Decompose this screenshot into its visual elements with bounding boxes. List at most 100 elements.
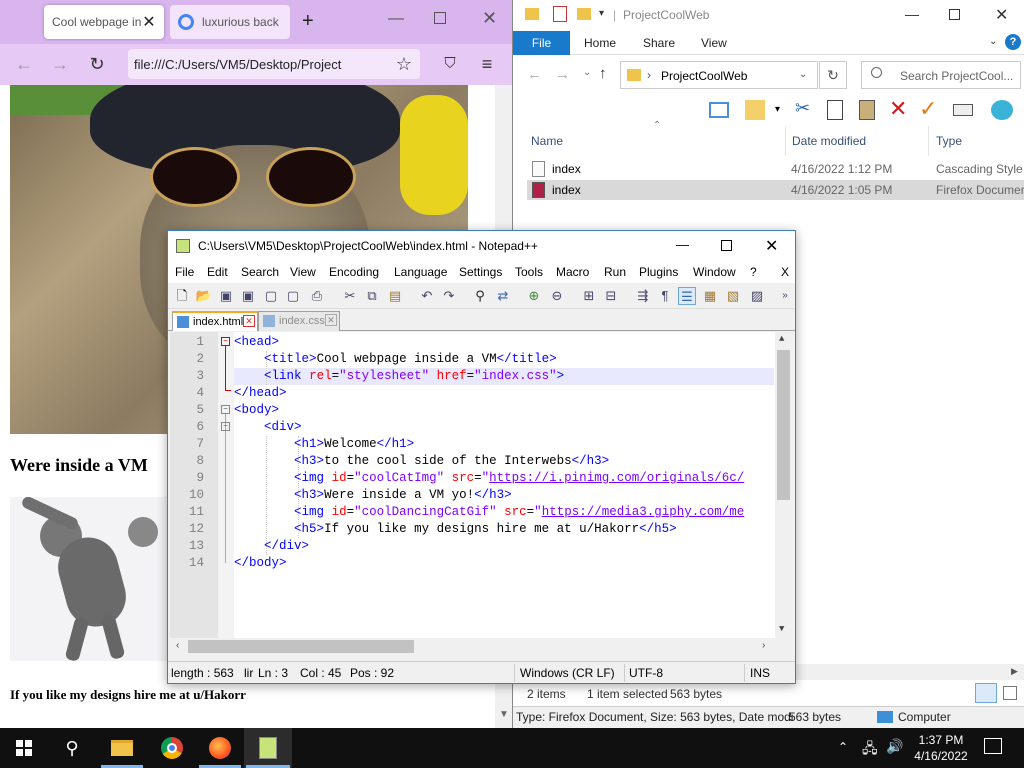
new-file-icon[interactable]: 🗋: [173, 287, 191, 305]
copy-icon[interactable]: ⧉: [363, 287, 381, 305]
word-wrap-icon[interactable]: ⇶: [634, 287, 652, 305]
file-explorer-taskbar-icon[interactable]: [98, 728, 146, 768]
column-date-modified[interactable]: Date modified: [792, 134, 866, 148]
new-tab-icon[interactable]: +: [302, 10, 314, 33]
menu-file[interactable]: File: [175, 265, 194, 279]
status-eol[interactable]: Windows (CR LF): [520, 666, 615, 680]
quick-access-dropdown-icon[interactable]: ▾: [599, 8, 604, 19]
ribbon-file-tab[interactable]: File: [513, 31, 570, 55]
shell-icon[interactable]: [991, 100, 1013, 120]
back-icon[interactable]: ←: [527, 66, 542, 83]
replace-icon[interactable]: ⇄: [494, 287, 512, 305]
file-row-selected[interactable]: index 4/16/2022 1:05 PM Firefox Documer: [527, 180, 1024, 200]
scrollbar-thumb[interactable]: [777, 350, 790, 500]
menu-encoding[interactable]: Encoding: [329, 265, 379, 279]
doc-map-icon[interactable]: ▧: [724, 287, 742, 305]
checkmark-icon[interactable]: ✓: [919, 96, 937, 122]
show-all-chars-icon[interactable]: ¶: [656, 287, 674, 305]
function-list-icon[interactable]: ▨: [748, 287, 766, 305]
redo-icon[interactable]: ↷: [440, 287, 458, 305]
menu-close-doc[interactable]: X: [781, 265, 789, 279]
large-icons-view-icon[interactable]: [1003, 686, 1017, 700]
save-icon[interactable]: ▣: [217, 287, 235, 305]
save-all-icon[interactable]: ▣: [239, 287, 257, 305]
close-all-icon[interactable]: ▢: [284, 287, 302, 305]
horizontal-scrollbar[interactable]: ‹ ›: [170, 638, 775, 655]
firefox-icon[interactable]: [196, 728, 244, 768]
bookmark-star-icon[interactable]: ☆: [392, 52, 416, 76]
maximize-icon[interactable]: [949, 9, 960, 20]
cut-icon[interactable]: ✂: [795, 98, 810, 119]
close-tab-icon[interactable]: ✕: [325, 314, 337, 326]
ribbon-view-tab[interactable]: View: [701, 36, 727, 50]
menu-edit[interactable]: Edit: [207, 265, 228, 279]
notifications-icon[interactable]: [984, 738, 1002, 754]
sync-vertical-icon[interactable]: ⊞: [580, 287, 598, 305]
tab-index-html[interactable]: index.html ✕: [172, 311, 258, 331]
maximize-icon[interactable]: [721, 240, 732, 251]
close-file-icon[interactable]: ▢: [262, 287, 280, 305]
menu-settings[interactable]: Settings: [459, 265, 502, 279]
vertical-scrollbar[interactable]: ▲ ▼: [775, 332, 792, 638]
search-input[interactable]: Search ProjectCool...: [861, 61, 1021, 89]
close-tab-icon[interactable]: ✕: [243, 315, 255, 327]
column-type[interactable]: Type: [936, 134, 962, 148]
zoom-in-icon[interactable]: ⊕: [525, 287, 543, 305]
zoom-out-icon[interactable]: ⊖: [548, 287, 566, 305]
forward-icon[interactable]: →: [48, 52, 72, 76]
open-file-icon[interactable]: 📂: [195, 287, 213, 305]
copy-icon[interactable]: [827, 100, 843, 120]
forward-icon[interactable]: →: [555, 66, 570, 83]
tab-luxurious-back[interactable]: luxurious back: [170, 5, 290, 39]
find-icon[interactable]: ⚲: [471, 287, 489, 305]
minimize-icon[interactable]: —: [905, 6, 919, 22]
start-button[interactable]: [0, 728, 48, 768]
network-icon[interactable]: 🖧: [862, 738, 878, 762]
notepad-plus-plus-taskbar-icon[interactable]: [244, 728, 292, 768]
details-view-icon[interactable]: [975, 683, 997, 703]
paste-icon[interactable]: ▤: [386, 287, 404, 305]
fold-toggle-icon[interactable]: −: [221, 422, 230, 431]
menu-language[interactable]: Language: [394, 265, 447, 279]
cut-icon[interactable]: ✂: [341, 287, 359, 305]
volume-icon[interactable]: 🔊: [886, 738, 903, 755]
print-icon[interactable]: ⎙: [308, 287, 326, 305]
properties-folder-icon[interactable]: [745, 100, 765, 120]
close-window-icon[interactable]: ✕: [995, 5, 1008, 25]
pocket-icon[interactable]: ⛉: [438, 52, 462, 76]
chrome-icon[interactable]: [148, 728, 196, 768]
close-tab-icon[interactable]: ✕: [142, 12, 156, 32]
column-name[interactable]: Name: [531, 134, 563, 148]
recent-dropdown-icon[interactable]: ⌄: [583, 67, 591, 78]
toolbar-overflow-icon[interactable]: »: [776, 287, 794, 305]
paste-icon[interactable]: [859, 100, 875, 120]
code-editor[interactable]: 1 2 3 4 5 6 7 8 9 10 11 12 13 14 − − − <…: [170, 332, 792, 638]
new-folder-icon[interactable]: [577, 8, 591, 20]
clock[interactable]: 1:37 PM 4/16/2022: [910, 732, 972, 764]
up-icon[interactable]: ↑: [599, 65, 607, 82]
refresh-icon[interactable]: ↻: [819, 61, 847, 89]
pane-icon[interactable]: [709, 102, 729, 118]
address-bar[interactable]: › ProjectCoolWeb ⌄: [620, 61, 818, 89]
maximize-icon[interactable]: [434, 12, 446, 24]
minimize-icon[interactable]: —: [676, 237, 689, 252]
menu-tools[interactable]: Tools: [515, 265, 543, 279]
fold-toggle-icon[interactable]: −: [221, 337, 230, 346]
minimize-icon[interactable]: —: [388, 10, 404, 28]
menu-search[interactable]: Search: [241, 265, 279, 279]
dropdown-icon[interactable]: ▾: [775, 104, 780, 115]
menu-icon[interactable]: ≡: [475, 52, 499, 76]
undo-icon[interactable]: ↶: [418, 287, 436, 305]
status-encoding[interactable]: UTF-8: [629, 666, 663, 680]
file-row[interactable]: index 4/16/2022 1:12 PM Cascading Style …: [527, 159, 1024, 179]
back-icon[interactable]: ←: [12, 52, 36, 76]
sync-horizontal-icon[interactable]: ⊟: [602, 287, 620, 305]
properties-icon[interactable]: [553, 6, 567, 22]
scrollbar-thumb[interactable]: [188, 640, 414, 653]
expand-ribbon-icon[interactable]: ⌄: [989, 36, 997, 47]
menu-view[interactable]: View: [290, 265, 316, 279]
ribbon-home-tab[interactable]: Home: [584, 36, 616, 50]
url-bar[interactable]: file:///C:/Users/VM5/Desktop/Project: [128, 49, 420, 79]
close-window-icon[interactable]: ✕: [765, 236, 778, 256]
fold-toggle-icon[interactable]: −: [221, 405, 230, 414]
